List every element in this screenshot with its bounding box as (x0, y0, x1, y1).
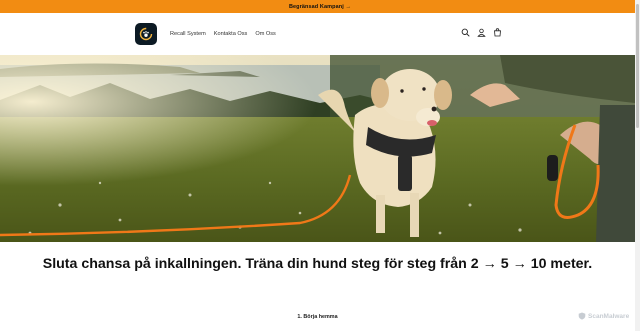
paw-logo-icon[interactable] (135, 23, 157, 45)
nav-recall-system[interactable]: Recall System (170, 31, 206, 37)
nav-kontakta-oss[interactable]: Kontakta Oss (214, 31, 248, 37)
nav-om-oss[interactable]: Om Oss (255, 31, 276, 37)
step-label: 1. Börja hemma (297, 314, 338, 320)
watermark-text: ScanMalware (588, 312, 630, 320)
scrollbar-thumb[interactable] (636, 4, 639, 128)
scanmalware-watermark: ScanMalware (578, 312, 629, 320)
cart-icon[interactable] (493, 28, 502, 37)
shield-icon (578, 312, 586, 320)
site-header: Recall System Kontakta Oss Om Oss (0, 13, 640, 55)
main-nav: Recall System Kontakta Oss Om Oss (170, 31, 276, 37)
page: Begränsad Kampanj → Recall System Kontak… (0, 0, 640, 331)
page-headline: Sluta chansa på inkallningen. Träna din … (42, 256, 593, 272)
page-scrollbar[interactable] (635, 0, 640, 331)
search-icon[interactable] (461, 28, 470, 37)
header-icons (461, 28, 502, 37)
account-icon[interactable] (477, 28, 486, 37)
announcement-link[interactable]: Begränsad Kampanj → (289, 4, 351, 10)
hero-image (0, 55, 635, 242)
announcement-bar: Begränsad Kampanj → (0, 0, 640, 13)
